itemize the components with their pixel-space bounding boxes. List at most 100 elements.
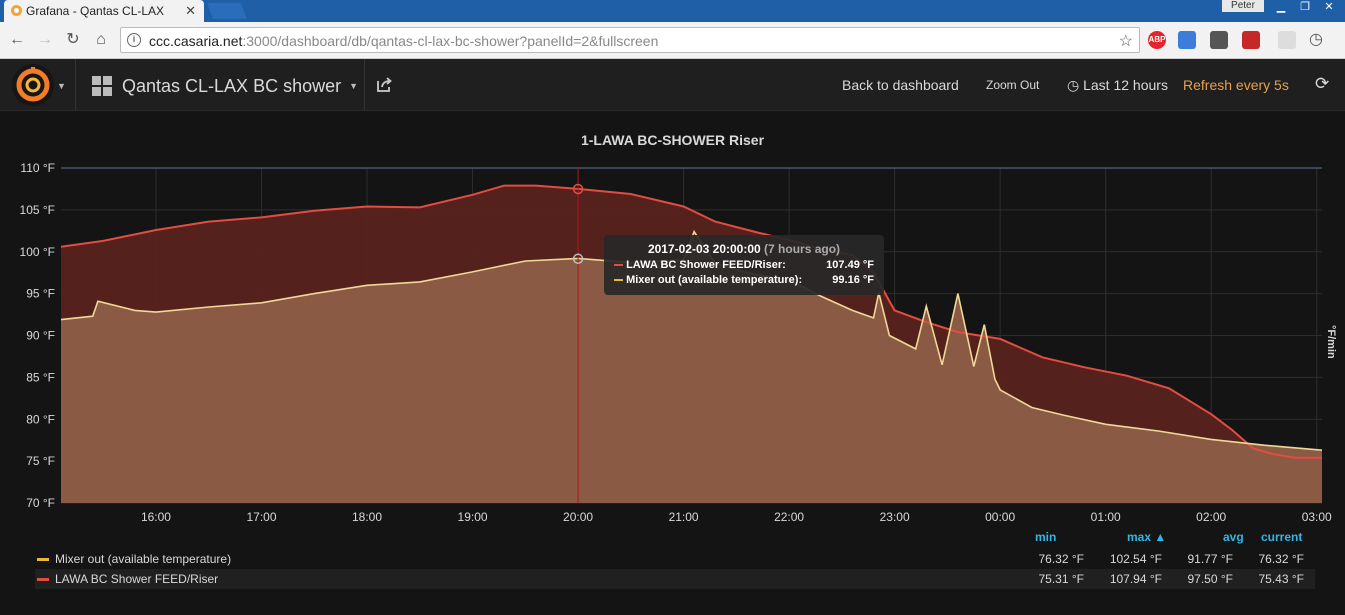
tooltip-time: 2017-02-03 20:00:00 <box>647 242 761 256</box>
reload-icon[interactable]: ↻ <box>64 31 82 49</box>
y-tick-label: 75 °F <box>26 454 55 468</box>
tab-strip: Grafana - Qantas CL-LAX ✕ Peter ▁ ❐ ✕ <box>0 0 1345 22</box>
forward-arrow-icon[interactable]: → <box>36 31 54 49</box>
share-icon[interactable] <box>376 76 393 93</box>
x-tick-label: 16:00 <box>141 510 171 524</box>
legend-series-row[interactable]: Mixer out (available temperature) 76.32 … <box>35 549 1315 569</box>
legend-min: 75.31 °F <box>1038 572 1085 586</box>
tooltip-value: 99.16 °F <box>832 274 874 286</box>
graph-series <box>60 184 1323 503</box>
address-bar[interactable]: i ccc.casaria.net:3000/dashboard/db/qant… <box>120 27 1140 53</box>
adblock-icon[interactable]: ABP <box>1148 31 1166 49</box>
tooltip-label: Mixer out (available temperature): <box>626 274 803 286</box>
x-tick-label: 23:00 <box>880 510 910 524</box>
legend-header-max[interactable]: max ▲ <box>1127 530 1166 544</box>
timeseries-graph[interactable]: 70 °F 75 °F 80 °F 85 °F 90 °F 95 °F 100 °F 105 … <box>0 150 1345 530</box>
tooltip-swatch <box>614 279 623 282</box>
x-tick-label: 03:00 <box>1302 510 1332 524</box>
legend-max: 107.94 °F <box>1109 572 1162 586</box>
dashboard-title-button[interactable]: Qantas CL-LAX BC shower ▼ <box>92 74 358 98</box>
x-tick-label: 20:00 <box>563 510 593 524</box>
dashboard-grid-icon <box>92 76 112 96</box>
legend-avg: 97.50 °F <box>1187 572 1234 586</box>
tooltip-label: LAWA BC Shower FEED/Riser: <box>626 259 786 271</box>
nav-separator <box>75 59 76 111</box>
home-icon[interactable]: ⌂ <box>92 31 110 49</box>
minimize-icon[interactable]: ▁ <box>1270 0 1292 13</box>
url-host: ccc.casaria.net <box>149 33 243 49</box>
dashboard-caret-icon: ▼ <box>349 81 359 91</box>
extension-window-icon[interactable] <box>1178 31 1196 49</box>
extension-icon[interactable] <box>1278 31 1296 49</box>
legend-min: 76.32 °F <box>1038 552 1085 566</box>
tab-title: Grafana - Qantas CL-LAX <box>26 4 165 18</box>
y-tick-label: 100 °F <box>20 245 55 259</box>
nav-separator <box>364 59 365 111</box>
tooltip-swatch <box>614 264 623 267</box>
back-arrow-icon[interactable]: ← <box>8 31 26 49</box>
x-tick-label: 02:00 <box>1196 510 1226 524</box>
graph-tooltip: 2017-02-03 20:00:00 (7 hours ago) LAWA B… <box>604 235 884 295</box>
legend-swatch[interactable] <box>37 578 49 581</box>
legend-series-row[interactable]: LAWA BC Shower FEED/Riser 75.31 °F 107.9… <box>35 569 1315 589</box>
tooltip-value: 107.49 °F <box>826 259 874 271</box>
tooltip-row: Mixer out (available temperature): 99.16… <box>614 274 874 286</box>
grafana-navbar: ▼ Qantas CL-LAX BC shower ▼ Back to dash… <box>0 59 1345 111</box>
legend-header-current[interactable]: current <box>1261 530 1302 544</box>
tooltip-row: LAWA BC Shower FEED/Riser: 107.49 °F <box>614 259 874 271</box>
extension-list-icon[interactable] <box>1210 31 1228 49</box>
close-window-icon[interactable]: ✕ <box>1318 0 1340 13</box>
browser-toolbar: ← → ↻ ⌂ i ccc.casaria.net:3000/dashboard… <box>0 22 1345 74</box>
x-axis: 16:00 17:00 18:00 19:00 20:00 21:00 22:00 23:00… <box>141 510 1332 524</box>
legend-series-name[interactable]: Mixer out (available temperature) <box>55 552 231 566</box>
close-tab-icon[interactable]: ✕ <box>185 3 196 19</box>
back-to-dashboard-button[interactable]: Back to dashboard <box>842 77 959 93</box>
history-clock-icon[interactable]: ◷ <box>1307 31 1325 49</box>
panel-title[interactable]: 1-LAWA BC-SHOWER Riser <box>0 132 1345 148</box>
clock-icon: ◷ <box>1067 77 1080 93</box>
x-tick-label: 19:00 <box>458 510 488 524</box>
extension-calendar-icon[interactable] <box>1242 31 1260 49</box>
y-tick-label: 95 °F <box>26 287 55 301</box>
url-path: :3000/dashboard/db/qantas-cl-lax-bc-show… <box>242 33 659 49</box>
profile-button[interactable]: Peter <box>1222 0 1264 12</box>
grafana-logo-icon[interactable] <box>12 64 54 106</box>
legend-max: 102.54 °F <box>1109 552 1162 566</box>
legend-header-min[interactable]: min <box>1035 530 1056 544</box>
y-tick-label: 105 °F <box>20 203 55 217</box>
browser-chrome: Grafana - Qantas CL-LAX ✕ Peter ▁ ❐ ✕ ← … <box>0 0 1345 74</box>
x-tick-label: 21:00 <box>669 510 699 524</box>
x-tick-label: 18:00 <box>352 510 382 524</box>
new-tab-button[interactable] <box>207 3 247 19</box>
x-tick-label: 01:00 <box>1091 510 1121 524</box>
grafana-favicon-icon <box>11 5 22 16</box>
time-picker-button[interactable]: ◷ Last 12 hours <box>1067 77 1168 94</box>
tooltip-ago: (7 hours ago) <box>764 242 841 256</box>
legend-swatch[interactable] <box>37 558 49 561</box>
x-tick-label: 17:00 <box>246 510 276 524</box>
x-tick-label: 00:00 <box>985 510 1015 524</box>
legend-current: 75.43 °F <box>1258 572 1305 586</box>
zoom-out-button[interactable]: Zoom Out <box>986 78 1039 92</box>
time-range-label: Last 12 hours <box>1083 77 1168 93</box>
y-tick-label: 85 °F <box>26 370 55 384</box>
refresh-interval-label[interactable]: Refresh every 5s <box>1183 77 1289 93</box>
legend-header-avg[interactable]: avg <box>1223 530 1244 544</box>
y-tick-label: 90 °F <box>26 329 55 343</box>
logo-caret-icon[interactable]: ▼ <box>57 81 66 91</box>
browser-tab[interactable]: Grafana - Qantas CL-LAX ✕ <box>4 0 204 22</box>
y-axis-unit-label: °F/min <box>1325 325 1337 359</box>
x-tick-label: 22:00 <box>774 510 804 524</box>
y-tick-label: 70 °F <box>26 496 55 510</box>
dashboard-title: Qantas CL-LAX BC shower <box>122 75 342 96</box>
y-axis: 70 °F 75 °F 80 °F 85 °F 90 °F 95 °F 100 °F 105 … <box>20 161 55 510</box>
site-info-icon[interactable]: i <box>127 33 141 47</box>
url-text: ccc.casaria.net:3000/dashboard/db/qantas… <box>149 33 658 49</box>
refresh-icon[interactable]: ⟳ <box>1315 74 1329 94</box>
legend-series-name[interactable]: LAWA BC Shower FEED/Riser <box>55 572 218 586</box>
bookmark-star-icon[interactable]: ☆ <box>1119 31 1133 51</box>
legend-avg: 91.77 °F <box>1187 552 1234 566</box>
y-tick-label: 110 °F <box>20 161 55 175</box>
legend-current: 76.32 °F <box>1258 552 1305 566</box>
restore-icon[interactable]: ❐ <box>1294 0 1316 13</box>
